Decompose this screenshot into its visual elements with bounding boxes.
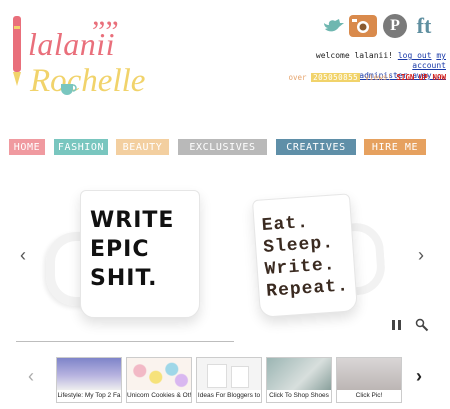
thumbnail-image	[267, 358, 331, 390]
pause-bar	[392, 320, 395, 330]
twitter-bird-icon[interactable]	[322, 14, 346, 38]
slider-next-arrow[interactable]: ›	[418, 246, 424, 264]
thumbnail-caption: Ideas For Bloggers to	[197, 392, 261, 399]
logout-link[interactable]: log out	[398, 51, 432, 60]
thumbnail-caption: Unicorn Cookies & Ot!	[127, 392, 191, 399]
pinterest-icon[interactable]: P	[383, 14, 407, 38]
site-logo[interactable]: ”” lalanii Rochelle	[4, 6, 174, 110]
divider	[16, 341, 234, 342]
views-suffix: views!	[364, 73, 392, 82]
thumbnail-caption: Lifestyle: My Top 2 Fa	[57, 392, 121, 399]
nav-home[interactable]: HOME	[9, 139, 45, 155]
nav-exclusives-label: EXCLUSIVES	[189, 141, 256, 153]
thumbnail-1[interactable]: Lifestyle: My Top 2 Fa	[56, 357, 122, 403]
views-prefix: over	[288, 73, 307, 82]
nav-creatives-label: CREATIVES	[286, 141, 346, 153]
carousel-prev-arrow[interactable]: ‹	[28, 367, 34, 385]
nav-creatives[interactable]: CREATIVES	[276, 139, 356, 155]
nav-beauty-label: BEAUTY	[122, 141, 163, 153]
thumbnail-mug	[207, 364, 227, 388]
thumbnail-5[interactable]: Click Pic!	[336, 357, 402, 403]
mug-2-text: Eat. Sleep. Write. Repeat.	[261, 212, 350, 302]
thumbnail-mug	[231, 366, 249, 388]
signup-link[interactable]: SIGN UP NOW	[396, 73, 446, 82]
pause-bar	[398, 320, 401, 330]
chevron-left-icon: ‹	[20, 245, 26, 265]
nav-fashion-label: FASHION	[57, 141, 105, 153]
nav-exclusives[interactable]: EXCLUSIVES	[178, 139, 267, 155]
nav-fashion[interactable]: FASHION	[54, 139, 108, 155]
thumbnail-3[interactable]: Ideas For Bloggers to	[196, 357, 262, 403]
views-count: 205050855	[311, 73, 361, 82]
thumbnail-image	[57, 358, 121, 390]
logo-text-last: Rochelle	[30, 63, 146, 99]
facebook-tumblr-icon[interactable]: ft	[410, 13, 438, 38]
welcome-text: welcome lalanii!	[315, 51, 393, 60]
chevron-left-icon: ‹	[28, 366, 34, 386]
pause-icon[interactable]	[392, 320, 401, 330]
thumbnail-caption: Click Pic!	[355, 392, 383, 399]
logo-text-first: lalanii	[28, 26, 116, 62]
nav-beauty[interactable]: BEAUTY	[116, 139, 169, 155]
thumbnail-image	[337, 358, 401, 390]
teacup-icon	[61, 84, 77, 95]
nav-hire-me[interactable]: HIRE ME	[364, 139, 426, 155]
chevron-right-icon: ›	[418, 245, 424, 265]
slider-prev-arrow[interactable]: ‹	[20, 246, 26, 264]
view-counter: over 205050855 views! SIGN UP NOW	[268, 73, 446, 82]
carousel-next-arrow[interactable]: ›	[416, 367, 422, 385]
thumbnail-image	[197, 358, 261, 390]
thumbnail-4[interactable]: Click To Shop Shoes	[266, 357, 332, 403]
thumbnail-caption: Click To Shop Shoes	[269, 392, 329, 399]
nav-home-label: HOME	[13, 141, 41, 153]
pen-icon	[13, 16, 21, 86]
camera-icon[interactable]	[349, 15, 377, 37]
magnifier-icon[interactable]	[415, 318, 429, 332]
thumbnail-2[interactable]: Unicorn Cookies & Ot!	[126, 357, 192, 403]
thumbnail-image	[127, 358, 191, 390]
nav-hire-me-label: HIRE ME	[371, 141, 419, 153]
chevron-right-icon: ›	[416, 366, 422, 386]
mug-1-text: WRITE EPIC SHIT.	[90, 208, 175, 291]
